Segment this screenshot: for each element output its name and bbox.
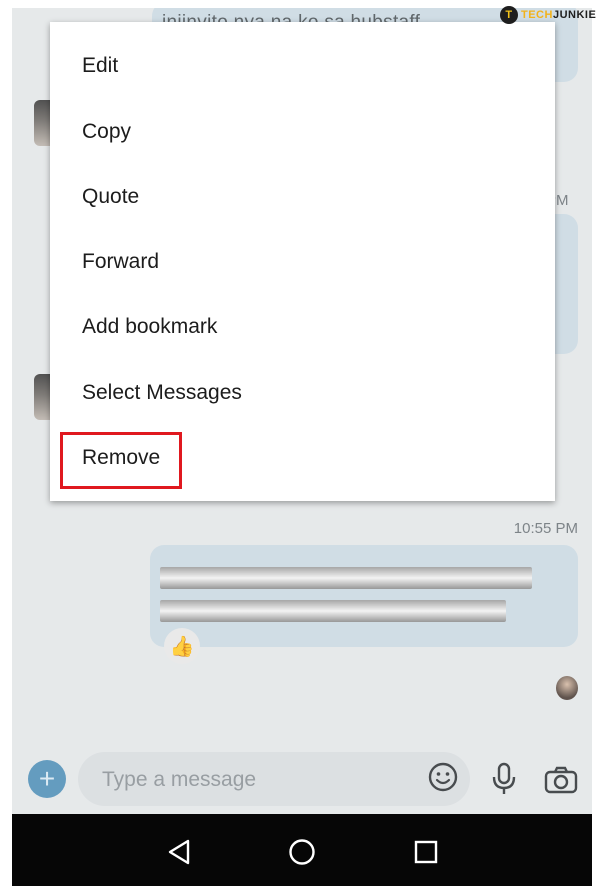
recents-square-icon[interactable]: [414, 840, 438, 864]
back-triangle-icon[interactable]: [166, 838, 192, 866]
home-circle-icon[interactable]: [288, 838, 316, 866]
context-menu: Edit Copy Quote Forward Add bookmark Sel…: [50, 22, 555, 501]
watermark-junkie: JUNKIE: [552, 9, 597, 21]
techjunkie-watermark: T TECH JUNKIE: [500, 6, 596, 24]
android-nav-bar: [12, 814, 592, 886]
menu-item-copy[interactable]: Copy: [50, 102, 555, 162]
menu-item-quote[interactable]: Quote: [50, 167, 555, 227]
watermark-tech: TECH: [521, 9, 553, 21]
highlight-box: [60, 432, 182, 489]
menu-item-forward[interactable]: Forward: [50, 232, 555, 292]
watermark-logo: T: [500, 6, 518, 24]
menu-item-add-bookmark[interactable]: Add bookmark: [50, 297, 555, 357]
menu-item-edit[interactable]: Edit: [50, 36, 555, 96]
menu-item-select-messages[interactable]: Select Messages: [50, 363, 555, 423]
